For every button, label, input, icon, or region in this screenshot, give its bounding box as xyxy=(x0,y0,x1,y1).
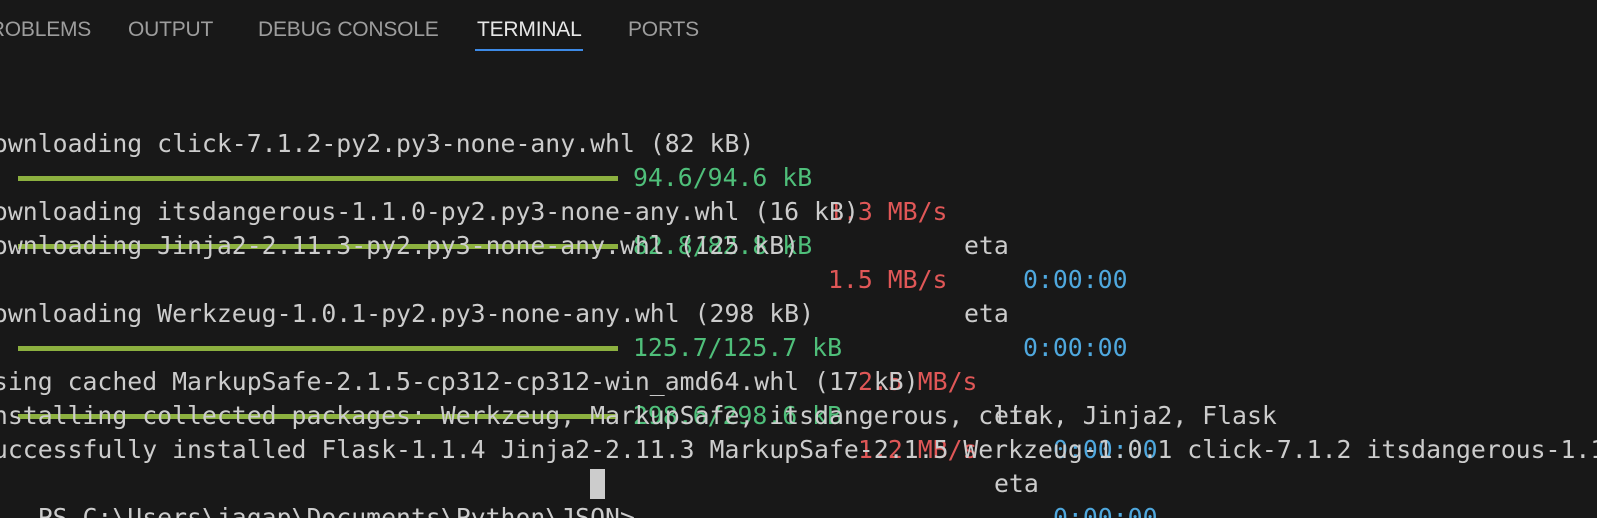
shell-prompt: PS C:\Users\jagap\Documents\Python\JSON> xyxy=(37,503,635,518)
progress-row: 94.6/94.6 kB 1.3 MB/s eta 0:00:00 xyxy=(0,93,1597,294)
terminal-output[interactable]: 94.6/94.6 kB 1.3 MB/s eta 0:00:00 Downlo… xyxy=(0,93,1597,518)
terminal-cursor xyxy=(590,469,605,499)
terminal-line: Downloading click-7.1.2-py2.py3-none-any… xyxy=(0,129,755,158)
progress-row: 298.6/298.6 kB 1.2 MB/s eta 0:00:00 xyxy=(0,331,1597,518)
progress-row: 125.7/125.7 kB 2.5 MB/s eta 0:00:00 xyxy=(0,263,1597,464)
tab-terminal[interactable]: TERMINAL xyxy=(477,17,582,43)
progress-row: 82.8/82.8 kB 1.5 MB/s eta 0:00:00 xyxy=(0,161,1597,362)
panel-tab-bar: PROBLEMS OUTPUT DEBUG CONSOLE TERMINAL P… xyxy=(0,0,1597,62)
eta-label: eta xyxy=(994,469,1039,498)
terminal-line: Downloading Werkzeug-1.0.1-py2.py3-none-… xyxy=(0,299,815,328)
active-tab-indicator xyxy=(475,49,583,51)
terminal-line: Using cached MarkupSafe-2.1.5-cp312-cp31… xyxy=(0,367,919,396)
eta-label: eta xyxy=(964,299,1009,328)
eta-value: 0:00:00 xyxy=(1053,503,1158,518)
terminal-line: Installing collected packages: Werkzeug,… xyxy=(0,401,1277,430)
tab-debug-console[interactable]: DEBUG CONSOLE xyxy=(258,17,439,43)
tab-ports[interactable]: PORTS xyxy=(628,17,699,43)
terminal-line: Successfully installed Flask-1.1.4 Jinja… xyxy=(0,435,1597,464)
terminal-prompt-line[interactable]: PS C:\Users\jagap\Documents\Python\JSON> xyxy=(0,467,978,518)
terminal-line: Downloading itsdangerous-1.1.0-py2.py3-n… xyxy=(0,197,859,226)
eta-label: eta xyxy=(964,231,1009,260)
tab-output[interactable]: OUTPUT xyxy=(128,17,213,43)
tab-problems[interactable]: PROBLEMS xyxy=(0,17,91,43)
terminal-line: Downloading Jinja2-2.11.3-py2.py3-none-a… xyxy=(0,231,800,260)
